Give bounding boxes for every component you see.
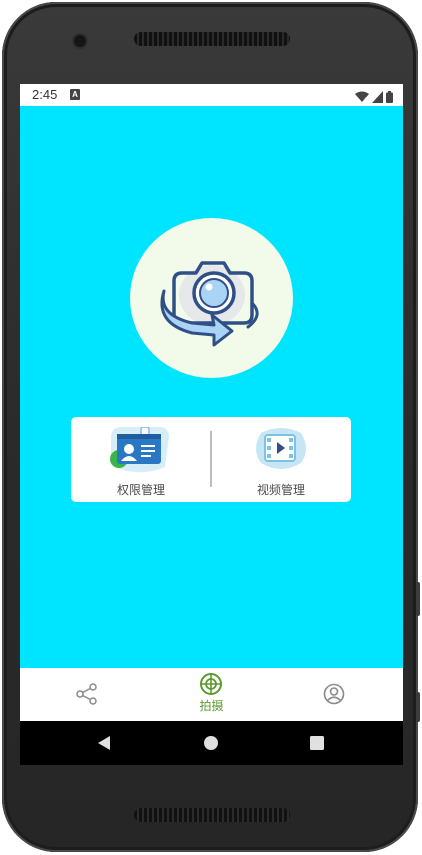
id-badge-icon bbox=[110, 427, 169, 473]
bottom-speaker bbox=[134, 808, 290, 822]
status-icons bbox=[355, 88, 393, 107]
system-nav-bar bbox=[20, 721, 403, 765]
status-bar: 2:45 A bbox=[20, 84, 403, 106]
home-icon[interactable] bbox=[203, 735, 219, 751]
top-speaker bbox=[134, 32, 290, 46]
recents-icon[interactable] bbox=[310, 736, 324, 750]
video-management-button[interactable]: 视频管理 bbox=[211, 417, 351, 502]
signal-icon bbox=[372, 88, 383, 107]
camera-rotate-icon bbox=[160, 261, 259, 347]
nav-shoot-label: 拍摄 bbox=[199, 699, 224, 713]
front-camera bbox=[74, 35, 86, 47]
video-management-label: 视频管理 bbox=[256, 483, 305, 497]
status-time: 2:45 bbox=[32, 87, 58, 102]
video-film-icon bbox=[256, 428, 306, 469]
battery-icon bbox=[386, 88, 393, 107]
permission-management-label: 权限管理 bbox=[116, 483, 165, 497]
nav-share[interactable] bbox=[20, 668, 147, 721]
wifi-icon bbox=[355, 88, 369, 107]
a-icon: A bbox=[70, 89, 80, 100]
feature-card: 权限管理 视频管理 bbox=[71, 417, 351, 502]
side-button-volume[interactable] bbox=[416, 692, 420, 722]
bottom-nav: 拍摄 bbox=[20, 668, 403, 721]
back-icon[interactable] bbox=[97, 735, 111, 751]
nav-shoot[interactable]: 拍摄 bbox=[148, 668, 275, 721]
share-icon bbox=[76, 683, 97, 705]
permission-management-button[interactable]: 权限管理 bbox=[71, 417, 211, 502]
nav-profile[interactable] bbox=[276, 668, 403, 721]
camera-hero[interactable] bbox=[130, 218, 293, 378]
phone-frame: 2:45 A 权限管理 视频管理 拍摄 bbox=[2, 2, 420, 852]
screen: 2:45 A 权限管理 视频管理 拍摄 bbox=[20, 84, 403, 765]
profile-icon bbox=[323, 683, 345, 705]
side-button[interactable] bbox=[416, 582, 420, 616]
camera-target-icon bbox=[200, 673, 222, 695]
